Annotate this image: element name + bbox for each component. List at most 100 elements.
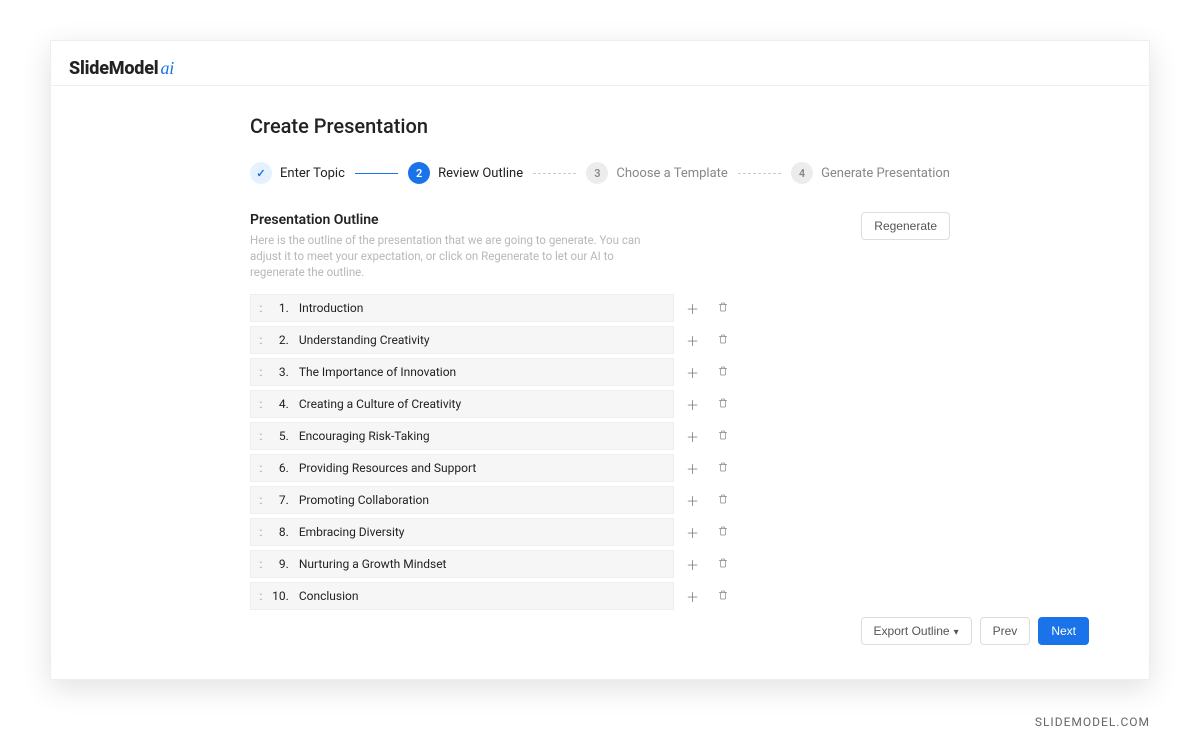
- brand-suffix: ai: [160, 58, 174, 78]
- row-actions: ＋: [680, 553, 735, 576]
- step-number: 2: [408, 162, 430, 184]
- outline-row: ::7. Promoting Collaboration ＋: [250, 486, 735, 514]
- outline-ordinal: 5.: [271, 429, 289, 443]
- row-actions: ＋: [680, 489, 735, 512]
- delete-item-button[interactable]: [715, 393, 731, 416]
- delete-item-button[interactable]: [715, 297, 731, 320]
- delete-item-button[interactable]: [715, 553, 731, 576]
- outline-item[interactable]: ::1. Introduction: [250, 294, 674, 322]
- outline-row: ::10. Conclusion ＋: [250, 582, 735, 610]
- page-title: Create Presentation: [250, 114, 950, 138]
- drag-handle-icon[interactable]: ::: [259, 525, 261, 539]
- step-number: 4: [791, 162, 813, 184]
- add-item-button[interactable]: ＋: [684, 553, 701, 576]
- footer-actions: Export Outline Prev Next: [861, 617, 1089, 645]
- outline-row: ::3.The Importance of Innovation ＋: [250, 358, 735, 386]
- outline-ordinal: 6.: [271, 461, 289, 475]
- add-item-button[interactable]: ＋: [684, 425, 701, 448]
- outline-item-title: Conclusion: [299, 589, 359, 603]
- delete-item-button[interactable]: [715, 361, 731, 384]
- outline-item-title: Understanding Creativity: [299, 333, 430, 347]
- outline-item[interactable]: ::4.Creating a Culture of Creativity: [250, 390, 674, 418]
- outline-item-title: Providing Resources and Support: [299, 461, 476, 475]
- step-label: Review Outline: [438, 166, 523, 181]
- outline-item-title: The Importance of Innovation: [299, 365, 456, 379]
- outline-ordinal: 7.: [271, 493, 289, 507]
- outline-item[interactable]: ::2. Understanding Creativity: [250, 326, 674, 354]
- export-outline-button[interactable]: Export Outline: [861, 617, 972, 645]
- step-number: 3: [586, 162, 608, 184]
- drag-handle-icon[interactable]: ::: [259, 557, 261, 571]
- step-generate-presentation[interactable]: 4 Generate Presentation: [791, 162, 950, 184]
- outline-row: ::9. Nurturing a Growth Mindset ＋: [250, 550, 735, 578]
- outline-item-title: Introduction: [299, 301, 364, 315]
- delete-item-button[interactable]: [715, 457, 731, 480]
- drag-handle-icon[interactable]: ::: [259, 397, 261, 411]
- prev-button[interactable]: Prev: [980, 617, 1031, 645]
- drag-handle-icon[interactable]: ::: [259, 365, 261, 379]
- drag-handle-icon[interactable]: ::: [259, 461, 261, 475]
- row-actions: ＋: [680, 393, 735, 416]
- add-item-button[interactable]: ＋: [684, 489, 701, 512]
- add-item-button[interactable]: ＋: [684, 393, 701, 416]
- delete-item-button[interactable]: [715, 489, 731, 512]
- step-choose-template[interactable]: 3 Choose a Template: [586, 162, 727, 184]
- outline-item-title: Encouraging Risk-Taking: [299, 429, 430, 443]
- outline-ordinal: 10.: [271, 589, 289, 603]
- main-content: Create Presentation ✓ Enter Topic 2 Revi…: [250, 86, 950, 610]
- step-enter-topic[interactable]: ✓ Enter Topic: [250, 162, 345, 184]
- outline-item[interactable]: ::5. Encouraging Risk-Taking: [250, 422, 674, 450]
- outline-item[interactable]: ::8. Embracing Diversity: [250, 518, 674, 546]
- outline-item-title: Promoting Collaboration: [299, 493, 429, 507]
- add-item-button[interactable]: ＋: [684, 329, 701, 352]
- row-actions: ＋: [680, 585, 735, 608]
- add-item-button[interactable]: ＋: [684, 457, 701, 480]
- row-actions: ＋: [680, 521, 735, 544]
- add-item-button[interactable]: ＋: [684, 297, 701, 320]
- step-label: Generate Presentation: [821, 166, 950, 181]
- brand-logo: SlideModelai: [69, 58, 174, 79]
- outline-header: Presentation Outline Here is the outline…: [250, 212, 950, 280]
- watermark: SLIDEMODEL.COM: [1035, 715, 1150, 729]
- outline-row: ::2. Understanding Creativity ＋: [250, 326, 735, 354]
- row-actions: ＋: [680, 425, 735, 448]
- step-review-outline[interactable]: 2 Review Outline: [408, 162, 523, 184]
- outline-ordinal: 8.: [271, 525, 289, 539]
- outline-ordinal: 2.: [271, 333, 289, 347]
- row-actions: ＋: [680, 329, 735, 352]
- outline-row: ::6. Providing Resources and Support ＋: [250, 454, 735, 482]
- row-actions: ＋: [680, 361, 735, 384]
- drag-handle-icon[interactable]: ::: [259, 429, 261, 443]
- delete-item-button[interactable]: [715, 425, 731, 448]
- step-label: Enter Topic: [280, 166, 345, 181]
- add-item-button[interactable]: ＋: [684, 585, 701, 608]
- outline-item[interactable]: ::7. Promoting Collaboration: [250, 486, 674, 514]
- drag-handle-icon[interactable]: ::: [259, 589, 261, 603]
- outline-item-title: Nurturing a Growth Mindset: [299, 557, 447, 571]
- drag-handle-icon[interactable]: ::: [259, 493, 261, 507]
- add-item-button[interactable]: ＋: [684, 361, 701, 384]
- outline-item[interactable]: ::3.The Importance of Innovation: [250, 358, 674, 386]
- delete-item-button[interactable]: [715, 329, 731, 352]
- outline-list: ::1.Introduction＋::2.Understanding Creat…: [250, 294, 735, 610]
- next-button[interactable]: Next: [1038, 617, 1089, 645]
- outline-row: ::5. Encouraging Risk-Taking ＋: [250, 422, 735, 450]
- outline-item[interactable]: ::9. Nurturing a Growth Mindset: [250, 550, 674, 578]
- drag-handle-icon[interactable]: ::: [259, 333, 261, 347]
- outline-ordinal: 9.: [271, 557, 289, 571]
- outline-item[interactable]: ::6. Providing Resources and Support: [250, 454, 674, 482]
- stepper: ✓ Enter Topic 2 Review Outline 3 Choose …: [250, 162, 950, 184]
- row-actions: ＋: [680, 457, 735, 480]
- delete-item-button[interactable]: [715, 521, 731, 544]
- drag-handle-icon[interactable]: ::: [259, 301, 261, 315]
- outline-item[interactable]: ::10. Conclusion: [250, 582, 674, 610]
- outline-title: Presentation Outline: [250, 212, 660, 228]
- delete-item-button[interactable]: [715, 585, 731, 608]
- add-item-button[interactable]: ＋: [684, 521, 701, 544]
- outline-item-title: Creating a Culture of Creativity: [299, 397, 461, 411]
- outline-item-title: Embracing Diversity: [299, 525, 405, 539]
- outline-ordinal: 1.: [271, 301, 289, 315]
- check-icon: ✓: [250, 162, 272, 184]
- regenerate-button[interactable]: Regenerate: [861, 212, 950, 240]
- outline-description: Here is the outline of the presentation …: [250, 232, 660, 280]
